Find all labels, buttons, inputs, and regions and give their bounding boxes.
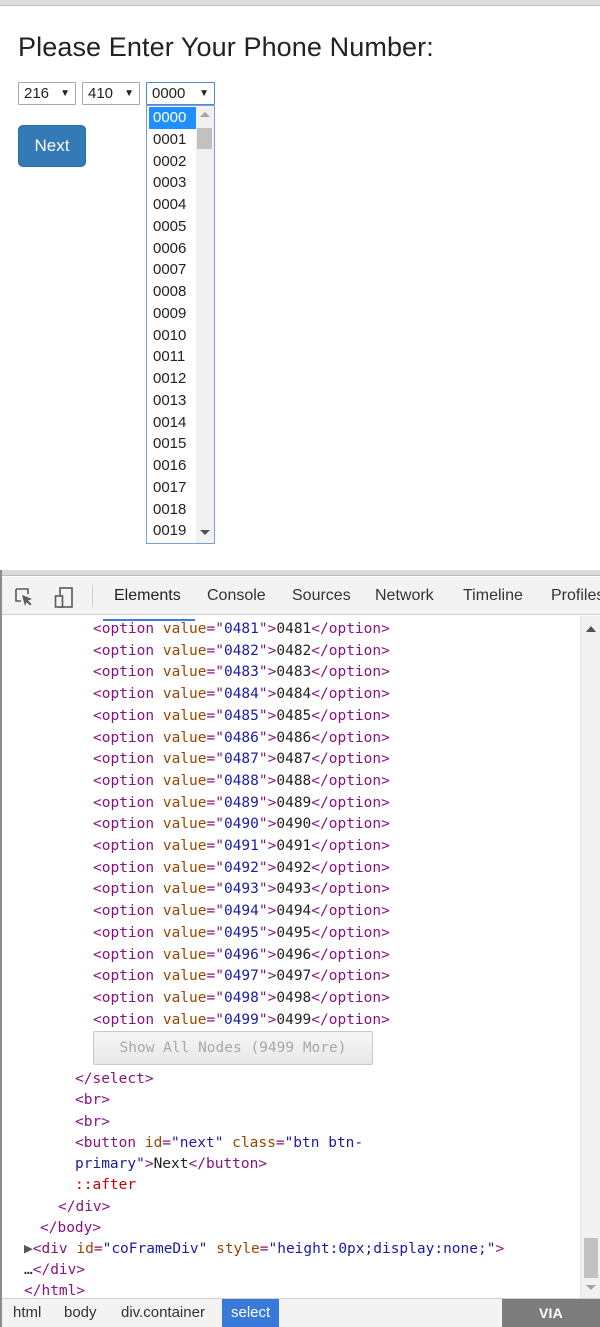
tab-profiles[interactable]: Profiles — [551, 586, 600, 614]
scroll-up-icon[interactable] — [586, 626, 596, 632]
dropdown-option[interactable]: 0006 — [149, 238, 197, 260]
dom-tree-scrollbar[interactable] — [580, 616, 600, 1298]
area-code-select[interactable]: 216 ▼ — [18, 82, 76, 105]
dom-node-option[interactable]: <option value="0491">0491</option> — [93, 836, 390, 857]
dom-node-option[interactable]: <option value="0485">0485</option> — [93, 706, 390, 727]
dom-node-option[interactable]: <option value="0498">0498</option> — [93, 988, 390, 1009]
dropdown-option[interactable]: 0005 — [149, 216, 197, 238]
next-button[interactable]: Next — [18, 125, 86, 167]
dom-node-option[interactable]: <option value="0488">0488</option> — [93, 771, 390, 792]
dom-node-coframe-div[interactable]: ▶<div id="coFrameDiv" style="height:0px;… — [24, 1239, 504, 1260]
dropdown-option[interactable]: 0008 — [149, 281, 197, 303]
tab-elements[interactable]: Elements — [114, 586, 181, 614]
scroll-down-icon[interactable] — [200, 530, 210, 535]
dom-node-option[interactable]: <option value="0493">0493</option> — [93, 879, 390, 900]
scroll-up-icon[interactable] — [200, 112, 210, 117]
dropdown-arrow-icon: ▼ — [60, 88, 70, 99]
dom-node-br[interactable]: <br> — [75, 1090, 110, 1111]
breadcrumb-div-container[interactable]: div.container — [112, 1299, 214, 1327]
devtools-panel: Elements Console Sources Network Timeline Pro… — [0, 570, 600, 1327]
tab-timeline[interactable]: Timeline — [463, 586, 523, 614]
dom-node-div-close[interactable]: </div> — [58, 1197, 110, 1218]
dom-node-coframe-close[interactable]: …</div> — [24, 1260, 85, 1281]
dom-node-option[interactable]: <option value="0489">0489</option> — [93, 793, 390, 814]
tab-sources[interactable]: Sources — [292, 586, 351, 614]
dropdown-option[interactable]: 0009 — [149, 303, 197, 325]
dom-node-option[interactable]: <option value="0484">0484</option> — [93, 684, 390, 705]
dom-node-option[interactable]: <option value="0482">0482</option> — [93, 641, 390, 662]
device-mode-icon[interactable] — [54, 587, 74, 609]
line-number-value: 0000 — [152, 85, 186, 102]
web-page: Please Enter Your Phone Number: 216 ▼ 41… — [0, 6, 600, 570]
dropdown-option[interactable]: 0011 — [149, 346, 197, 368]
breadcrumb-html[interactable]: html — [4, 1299, 50, 1327]
prefix-select[interactable]: 410 ▼ — [82, 82, 140, 105]
dropdown-option[interactable]: 0019 — [149, 520, 197, 542]
dropdown-option[interactable]: 0015 — [149, 433, 197, 455]
dom-node-option[interactable]: <option value="0483">0483</option> — [93, 662, 390, 683]
page-title: Please Enter Your Phone Number: — [18, 32, 434, 62]
dom-node-select-close[interactable]: </select> — [75, 1069, 154, 1090]
dropdown-option[interactable]: 0013 — [149, 390, 197, 412]
show-all-nodes-button[interactable]: Show All Nodes (9499 More) — [93, 1031, 373, 1065]
line-number-select[interactable]: 0000 ▼ — [146, 82, 215, 105]
dom-node-br[interactable]: <br> — [75, 1112, 110, 1133]
dropdown-option[interactable]: 0018 — [149, 499, 197, 521]
dropdown-scrollbar[interactable] — [196, 106, 214, 543]
dropdown-option[interactable]: 0007 — [149, 259, 197, 281]
inspect-element-icon[interactable] — [14, 587, 34, 607]
dom-node-option[interactable]: <option value="0481">0481</option> — [93, 619, 390, 640]
breadcrumb-select[interactable]: select — [222, 1299, 280, 1327]
tab-console[interactable]: Console — [207, 586, 266, 614]
dropdown-arrow-icon: ▼ — [124, 88, 134, 99]
dom-node-option[interactable]: <option value="0487">0487</option> — [93, 749, 390, 770]
area-code-value: 216 — [24, 85, 50, 102]
dropdown-option[interactable]: 0010 — [149, 325, 197, 347]
dropdown-option[interactable]: 0002 — [149, 151, 197, 173]
dropdown-arrow-icon: ▼ — [199, 88, 209, 99]
dropdown-option[interactable]: 0000 — [149, 107, 197, 129]
dom-node-after-pseudo[interactable]: ::after — [75, 1175, 136, 1196]
devtools-toolbar: Elements Console Sources Network Timeline Pro… — [2, 577, 600, 621]
dom-node-option[interactable]: <option value="0486">0486</option> — [93, 728, 390, 749]
dom-node-body-close[interactable]: </body> — [40, 1218, 101, 1239]
dom-node-option[interactable]: <option value="0490">0490</option> — [93, 814, 390, 835]
breadcrumb-body[interactable]: body — [55, 1299, 106, 1327]
dom-node-option[interactable]: <option value="0496">0496</option> — [93, 945, 390, 966]
dom-node-option[interactable]: <option value="0494">0494</option> — [93, 901, 390, 922]
expand-triangle-icon[interactable]: ▶ — [24, 1241, 33, 1257]
dropdown-option[interactable]: 0004 — [149, 194, 197, 216]
dom-node-option[interactable]: <option value="0492">0492</option> — [93, 858, 390, 879]
dom-node-html-close[interactable]: </html> — [24, 1281, 85, 1298]
dom-node-option[interactable]: <option value="0497">0497</option> — [93, 966, 390, 987]
scrollbar-thumb[interactable] — [584, 1238, 598, 1278]
dom-node-option[interactable]: <option value="0495">0495</option> — [93, 923, 390, 944]
dropdown-option[interactable]: 0003 — [149, 172, 197, 194]
dropdown-option[interactable]: 0016 — [149, 455, 197, 477]
devtools-resize-bar[interactable] — [2, 570, 600, 576]
dom-tree[interactable]: <option value="0481">0481</option> <optio… — [2, 616, 580, 1298]
prefix-value: 410 — [88, 85, 114, 102]
dropdown-option[interactable]: 0012 — [149, 368, 197, 390]
dropdown-option[interactable]: 0014 — [149, 412, 197, 434]
scroll-down-icon[interactable] — [586, 1285, 596, 1290]
dropdown-option[interactable]: 0001 — [149, 129, 197, 151]
toolbar-separator — [92, 585, 93, 607]
watermark: VIA 9GAG.COM — [502, 1299, 600, 1327]
dom-node-button[interactable]: <button id="next" class="btn btn- — [75, 1133, 363, 1154]
tab-network[interactable]: Network — [375, 586, 434, 614]
dropdown-option[interactable]: 0017 — [149, 477, 197, 499]
scrollbar-thumb[interactable] — [197, 128, 212, 149]
dom-node-option[interactable]: <option value="0499">0499</option> — [93, 1010, 390, 1031]
line-number-dropdown-list[interactable]: 0000 0001 0002 0003 0004 0005 0006 0007 0008 0009… — [146, 105, 215, 544]
dom-node-button-cont[interactable]: primary">Next</button> — [75, 1154, 267, 1175]
